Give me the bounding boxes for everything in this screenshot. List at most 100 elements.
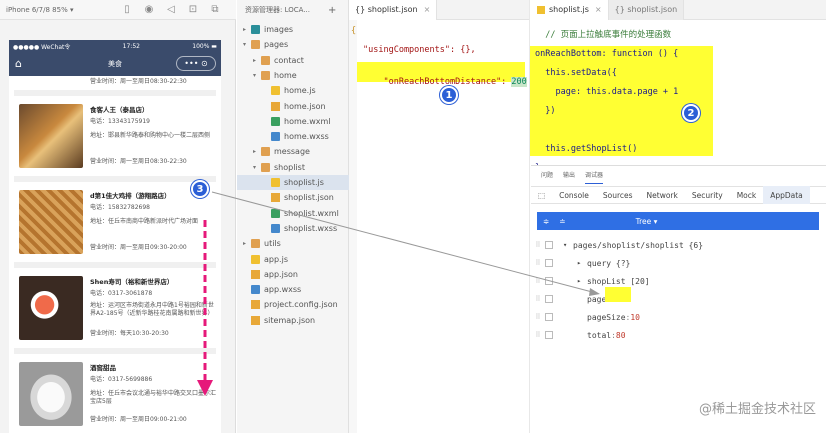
page-title: 美食	[108, 60, 122, 68]
drag-handle-icon[interactable]: ⠿	[531, 331, 545, 339]
code-line[interactable]: this.getShopList()	[535, 140, 678, 159]
row-checkbox[interactable]	[545, 259, 553, 267]
row-checkbox[interactable]	[545, 241, 553, 249]
tree-item-label: shoplist.json	[284, 193, 334, 203]
tab-security[interactable]: Security	[685, 186, 730, 204]
shop-phone: 电话：13343175919	[90, 118, 150, 125]
tab-mock[interactable]: Mock	[730, 186, 764, 204]
code-block[interactable]: // 页面上拉触底事件的处理函数 onReachBottom: function …	[535, 26, 678, 178]
tab-problems[interactable]: 问题	[541, 170, 553, 184]
row-checkbox[interactable]	[545, 295, 553, 303]
device-selector[interactable]: iPhone 6/7/8 85% ▾	[6, 6, 116, 14]
appdata-row[interactable]: ⠿ page : 2	[531, 290, 826, 308]
tree-item-label: home.wxss	[284, 132, 329, 142]
appdata-row[interactable]: ⠿ ▸ shopList [20]	[531, 272, 826, 290]
appdata-row[interactable]: ⠿ ▸ query {?}	[531, 254, 826, 272]
list-item[interactable]: Shen寿司（裕和新世界店） 电话：0317-3061878 地址：运河区市场街…	[14, 268, 216, 354]
chevron-icon[interactable]: ▸	[577, 277, 587, 285]
tree-item-label: sitemap.json	[264, 315, 316, 325]
appdata-node: shopList [20]	[587, 276, 650, 286]
tree-item[interactable]: home.js	[237, 83, 349, 98]
tab-output[interactable]: 输出	[563, 170, 575, 184]
chevron-icon[interactable]: ▾	[563, 241, 573, 249]
status-time: 17:52	[122, 42, 140, 50]
drag-handle-icon[interactable]: ⠿	[531, 241, 545, 249]
tree-item[interactable]: app.json	[237, 267, 349, 282]
tree-item[interactable]: home.wxss	[237, 129, 349, 144]
tree-item[interactable]: ▸ utils	[237, 236, 349, 251]
drag-handle-icon[interactable]: ⠿	[531, 313, 545, 321]
tab-appdata[interactable]: AppData	[763, 186, 810, 204]
tab-network[interactable]: Network	[640, 186, 685, 204]
list-item[interactable]: 酒窖甜品 电话：0317-5699886 地址：任丘市会议北通与裕华中路交叉口墨…	[14, 354, 216, 433]
tree-item[interactable]: ▾ shoplist	[237, 160, 349, 175]
list-item[interactable]: 食客人王（泰昌店） 电话：13343175919 地址：邯县新华路泰和购物中心一…	[14, 96, 216, 182]
code-line[interactable]: })	[535, 102, 678, 121]
appdata-row[interactable]: ⠿ ▾ pages/shoplist/shoplist {6}	[531, 236, 826, 254]
expand-icon[interactable]: ≑	[543, 217, 549, 226]
tree-item[interactable]: shoplist.js	[237, 175, 349, 190]
tree-item[interactable]: home.json	[237, 99, 349, 114]
back-icon[interactable]: ◁	[160, 4, 182, 15]
tree-item[interactable]: shoplist.json	[237, 190, 349, 205]
close-icon[interactable]: ×	[424, 5, 431, 14]
tree-mode-select[interactable]: Tree ▾	[636, 217, 658, 226]
collapse-icon[interactable]: ≐	[559, 217, 565, 226]
tree-item[interactable]: ▾ home	[237, 68, 349, 83]
tree-item[interactable]: sitemap.json	[237, 313, 349, 328]
tree-item[interactable]: ▾ pages	[237, 37, 349, 52]
drag-handle-icon[interactable]: ⠿	[531, 295, 545, 303]
tab-shoplist-json[interactable]: {} shoplist.json ×	[349, 0, 438, 20]
appdata-row[interactable]: ⠿ total : 80	[531, 326, 826, 344]
record-icon[interactable]: ◉	[138, 4, 160, 15]
tree-item[interactable]: ▸ message	[237, 144, 349, 159]
json-file-icon	[271, 193, 280, 203]
add-icon[interactable]: +	[328, 5, 336, 16]
code-line[interactable]: onReachBottom: function () {	[535, 45, 678, 64]
drag-handle-icon[interactable]: ⠿	[531, 259, 545, 267]
phone-icon[interactable]: ▯	[116, 4, 138, 15]
tree-item[interactable]: ▸ contact	[237, 53, 349, 68]
row-checkbox[interactable]	[545, 331, 553, 339]
capsule-menu[interactable]: ••• ⊙	[176, 56, 216, 71]
row-checkbox[interactable]	[545, 277, 553, 285]
tree-item[interactable]: ▸ images	[237, 22, 349, 37]
tree-item-label: utils	[264, 239, 281, 249]
imgf-file-icon	[251, 25, 260, 34]
list-item[interactable]: d第1佳大鸡排（游翔路店） 电话：15832782698 地址：任丘市南商中路新…	[14, 182, 216, 268]
code-line[interactable]: // 页面上拉触底事件的处理函数	[535, 26, 678, 45]
fullscreen-icon[interactable]: ⧉	[204, 4, 226, 15]
rotate-icon[interactable]: ⊡	[182, 4, 204, 15]
tab-shoplist-js[interactable]: shoplist.js ×	[531, 0, 609, 20]
close-icon[interactable]: ×	[595, 5, 602, 14]
phone-screen: ●●●●● WeChat令 17:52 100% ▬ ⌂ 美食 ••• ⊙ 营业…	[9, 40, 221, 433]
list-item[interactable]: 营业时间：周一至周日08:30-22:30	[14, 76, 216, 96]
json-file-icon	[251, 315, 260, 325]
chevron-icon[interactable]: ▸	[577, 259, 587, 267]
code-line[interactable]	[535, 121, 678, 140]
appdata-value[interactable]: 10	[630, 313, 640, 322]
devtools-tabs: ⬚ Console Sources Network Security Mock …	[531, 186, 826, 204]
tree-item[interactable]: app.wxss	[237, 282, 349, 297]
row-checkbox[interactable]	[545, 313, 553, 321]
appdata-value[interactable]: 2	[611, 295, 616, 304]
inspect-icon[interactable]: ⬚	[531, 186, 552, 204]
tab-shoplist-json-2[interactable]: {} shoplist.json	[608, 0, 685, 20]
tree-item[interactable]: project.config.json	[237, 297, 349, 312]
code-line[interactable]: page: this.data.page + 1	[535, 83, 678, 102]
appdata-value[interactable]: 80	[616, 331, 626, 340]
drag-handle-icon[interactable]: ⠿	[531, 277, 545, 285]
code-line[interactable]: this.setData({	[535, 64, 678, 83]
tree-item[interactable]: app.js	[237, 252, 349, 267]
shop-address: 地址：任丘市南商中路新派时代广场对面	[90, 218, 199, 225]
code-line[interactable]: "usingComponents": {},	[363, 45, 476, 55]
tree-item[interactable]: shoplist.wxss	[237, 221, 349, 236]
tab-sources[interactable]: Sources	[596, 186, 640, 204]
shop-hours: 营业时间：周一至周日09:30-20:00	[90, 244, 187, 251]
tree-item[interactable]: shoplist.wxml	[237, 206, 349, 221]
home-icon[interactable]: ⌂	[15, 57, 22, 70]
tab-debugger[interactable]: 调试器	[585, 170, 604, 184]
appdata-row[interactable]: ⠿ pageSize : 10	[531, 308, 826, 326]
tab-console[interactable]: Console	[552, 186, 596, 204]
tree-item[interactable]: home.wxml	[237, 114, 349, 129]
